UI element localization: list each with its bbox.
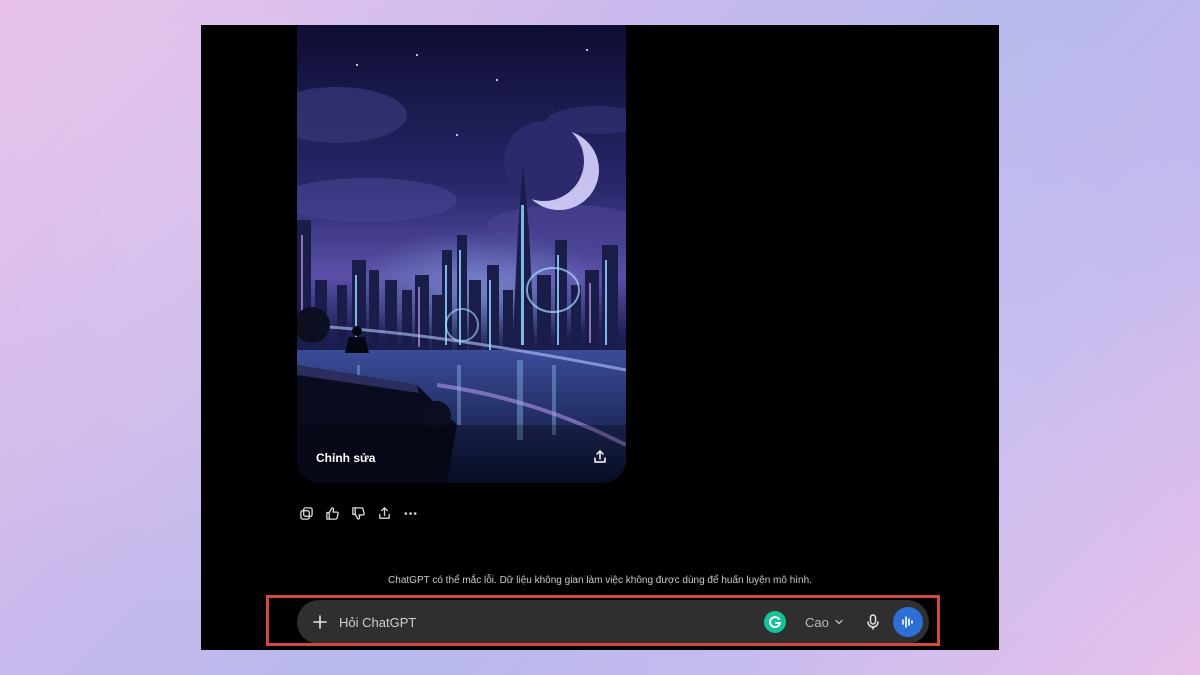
model-label: Cao xyxy=(805,614,829,630)
plus-icon xyxy=(313,615,327,629)
share-icon xyxy=(378,506,390,519)
good-response-button[interactable] xyxy=(323,504,341,522)
thumbs-down-icon xyxy=(351,506,365,520)
share-image-button[interactable] xyxy=(590,447,610,467)
prompt-input[interactable] xyxy=(339,612,739,632)
chevron-down-icon xyxy=(835,619,843,625)
attach-button[interactable] xyxy=(310,612,330,632)
model-selector[interactable]: Cao xyxy=(805,612,844,632)
grammarly-button[interactable] xyxy=(764,611,786,633)
generated-city-image xyxy=(297,25,626,483)
edit-image-button[interactable]: Chỉnh sửa xyxy=(316,451,375,465)
dictate-button[interactable] xyxy=(863,612,883,632)
share-icon xyxy=(594,450,606,463)
share-button[interactable] xyxy=(375,504,393,522)
chatgpt-window: Chỉnh sửa ChatGPT có thể mắc lỗi. Dữ liệ… xyxy=(201,25,999,650)
voice-mode-button[interactable] xyxy=(893,607,923,637)
generated-image-card[interactable]: Chỉnh sửa xyxy=(297,25,626,483)
copy-button[interactable] xyxy=(297,504,315,522)
grammarly-icon xyxy=(769,616,782,629)
message-actions xyxy=(297,504,419,522)
microphone-icon xyxy=(867,614,879,630)
more-icon xyxy=(404,511,416,515)
copy-icon xyxy=(299,506,313,520)
voice-waveform-icon xyxy=(902,616,913,628)
disclaimer-text: ChatGPT có thể mắc lỗi. Dữ liệu không gi… xyxy=(388,575,812,586)
prompt-composer: Cao xyxy=(297,600,929,644)
more-options-button[interactable] xyxy=(401,504,419,522)
bad-response-button[interactable] xyxy=(349,504,367,522)
thumbs-up-icon xyxy=(325,506,339,520)
